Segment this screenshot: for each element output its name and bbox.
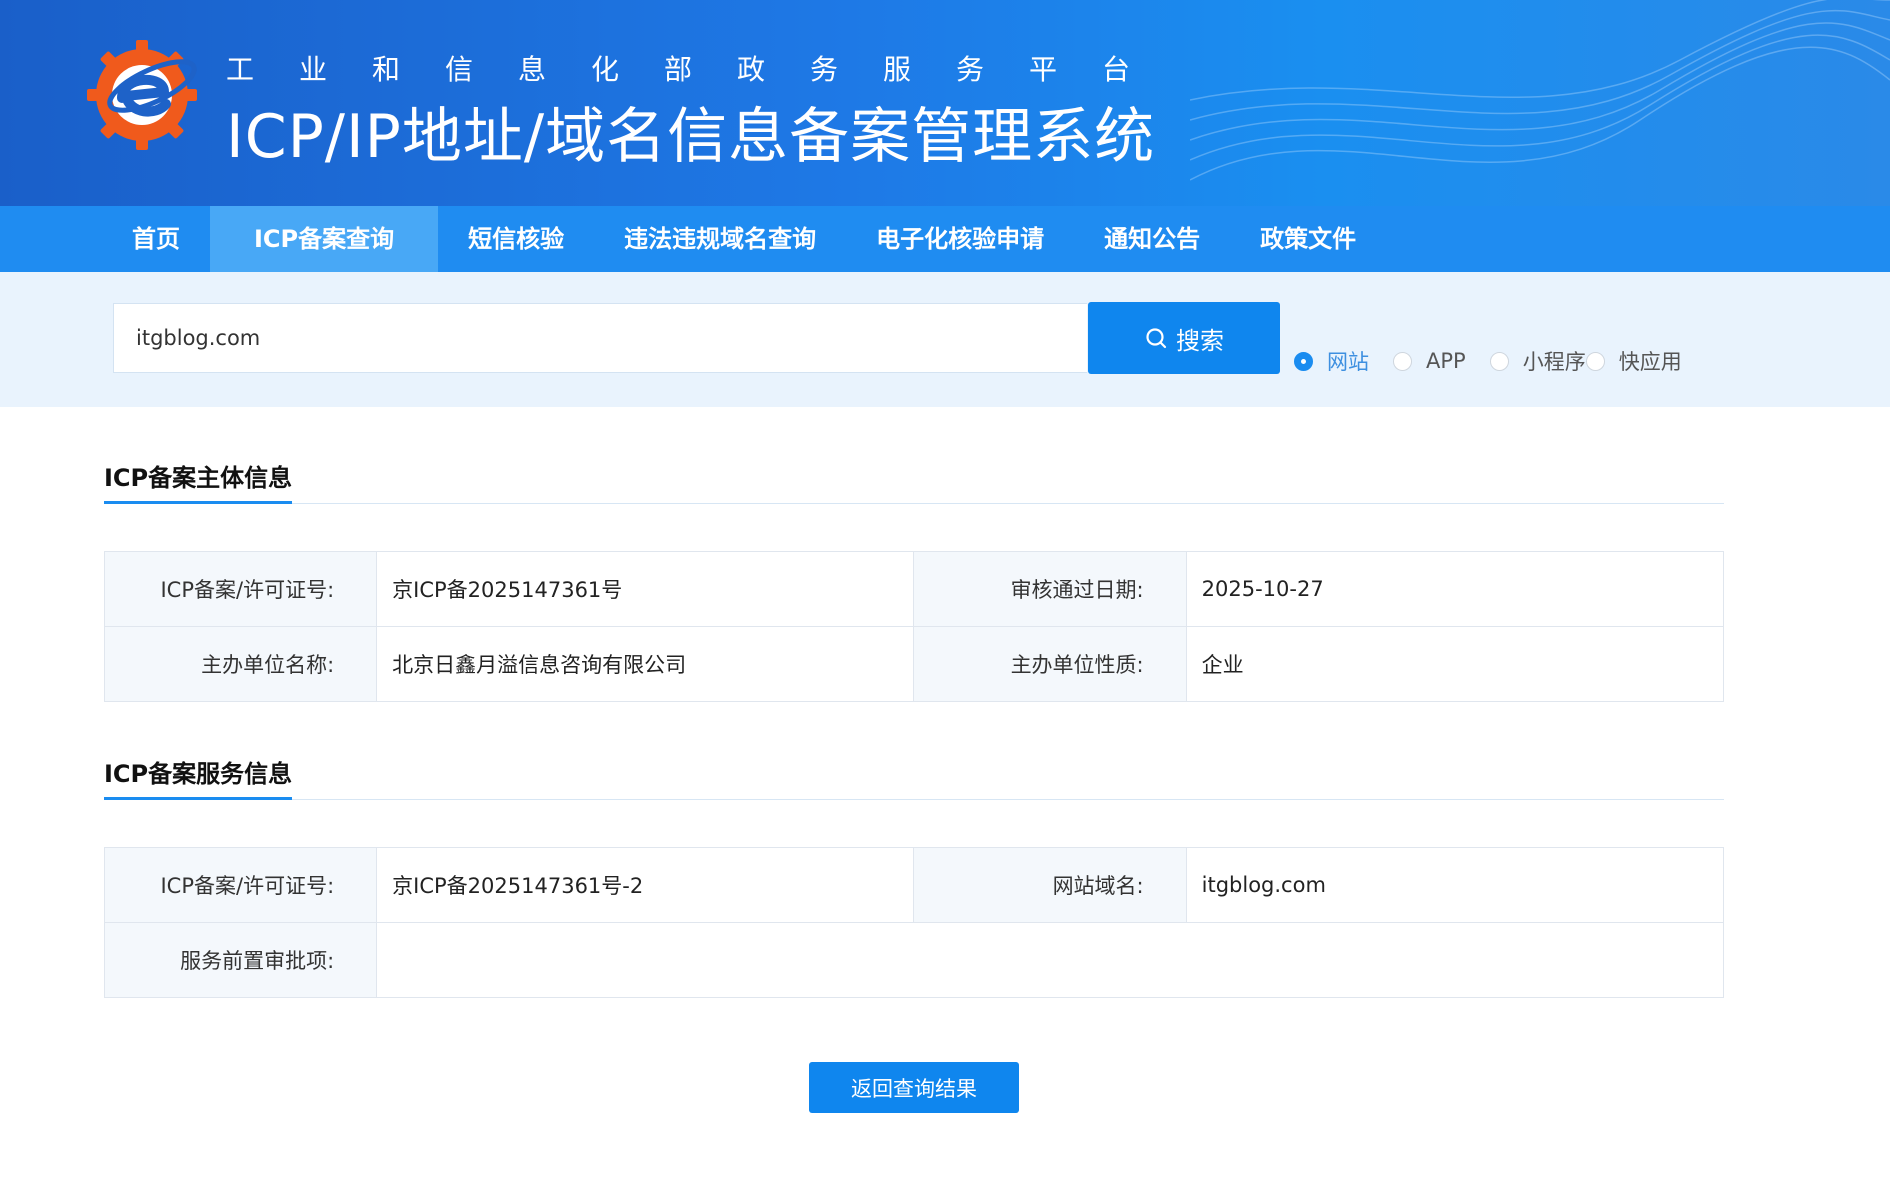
service-section-header: ICP备案服务信息: [104, 754, 1724, 800]
table-row: ICP备案/许可证号: 京ICP备2025147361号 审核通过日期: 202…: [103, 551, 1725, 627]
pre-approval-label: 服务前置审批项:: [103, 922, 378, 998]
header-wave-decoration: [1190, 0, 1890, 181]
search-input[interactable]: [113, 303, 1087, 373]
sponsor-name-label: 主办单位名称:: [103, 626, 378, 702]
radio-website-circle: [1294, 351, 1313, 371]
search-icon: [1146, 328, 1167, 349]
service-license-no-label: ICP备案/许可证号:: [103, 847, 378, 923]
radio-mini-program-circle: [1489, 351, 1509, 371]
nav-item-e-verify-apply[interactable]: 电子化核验申请: [846, 206, 1074, 272]
entity-info-table: ICP备案/许可证号: 京ICP备2025147361号 审核通过日期: 202…: [103, 551, 1725, 702]
website-domain-label: 网站域名:: [913, 847, 1187, 923]
table-row: 服务前置审批项:: [103, 922, 1724, 998]
main-nav: 首页 ICP备案查询 短信核验 违法违规域名查询 电子化核验申请 通知公告 政策…: [0, 206, 1890, 272]
radio-app-circle: [1393, 351, 1412, 371]
service-info-table: ICP备案/许可证号: 京ICP备2025147361号-2 网站域名: itg…: [103, 847, 1725, 998]
service-section-title: ICP备案服务信息: [104, 754, 293, 800]
table-row: ICP备案/许可证号: 京ICP备2025147361号-2 网站域名: itg…: [103, 847, 1725, 923]
nav-item-notices[interactable]: 通知公告: [1074, 206, 1230, 272]
sponsor-nature-value: 企业: [1185, 626, 1725, 702]
service-license-no-value: 京ICP备2025147361号-2: [376, 847, 915, 923]
sponsor-nature-label: 主办单位性质:: [913, 626, 1187, 702]
radio-website[interactable]: 网站: [1294, 346, 1369, 376]
nav-item-home[interactable]: 首页: [102, 206, 210, 272]
entity-section-title: ICP备案主体信息: [104, 458, 293, 504]
nav-item-icp-query[interactable]: ICP备案查询: [210, 206, 439, 272]
nav-item-policy-docs[interactable]: 政策文件: [1230, 206, 1386, 272]
radio-mini-program-label: 小程序: [1522, 350, 1586, 374]
license-no-value: 京ICP备2025147361号: [376, 551, 915, 627]
search-button[interactable]: 搜索: [1088, 302, 1280, 374]
system-title: ICP/IP地址/域名信息备案管理系统: [226, 102, 1156, 172]
nav-item-sms-verify[interactable]: 短信核验: [438, 206, 594, 272]
radio-app-label: APP: [1426, 349, 1466, 373]
radio-quick-app-circle: [1585, 351, 1605, 371]
pre-approval-value: [376, 922, 1724, 998]
radio-app[interactable]: APP: [1393, 349, 1466, 373]
license-no-label: ICP备案/许可证号:: [103, 551, 378, 627]
entity-section-header: ICP备案主体信息: [104, 458, 1724, 504]
table-row: 主办单位名称: 北京日鑫月溢信息咨询有限公司 主办单位性质: 企业: [103, 626, 1725, 702]
radio-mini-program[interactable]: 小程序: [1489, 346, 1586, 376]
search-type-group: 网站 APP 小程序 快应用: [1294, 346, 1682, 376]
website-domain-value: itgblog.com: [1185, 847, 1725, 923]
header-banner: 工业和信息化部政务服务平台 ICP/IP地址/域名信息备案管理系统: [0, 0, 1890, 206]
sponsor-name-value: 北京日鑫月溢信息咨询有限公司: [376, 626, 915, 702]
nav-item-illegal-domain-query[interactable]: 违法违规域名查询: [594, 206, 846, 272]
approval-date-label: 审核通过日期:: [913, 551, 1187, 627]
back-to-results-button[interactable]: 返回查询结果: [809, 1062, 1019, 1113]
radio-quick-app-label: 快应用: [1618, 350, 1682, 374]
radio-website-label: 网站: [1327, 350, 1369, 374]
search-button-label: 搜索: [1176, 327, 1224, 355]
gear-logo-icon: [87, 40, 197, 150]
radio-quick-app[interactable]: 快应用: [1585, 346, 1682, 376]
platform-subtitle: 工业和信息化部政务服务平台: [226, 53, 1176, 86]
approval-date-value: 2025-10-27: [1185, 551, 1725, 627]
